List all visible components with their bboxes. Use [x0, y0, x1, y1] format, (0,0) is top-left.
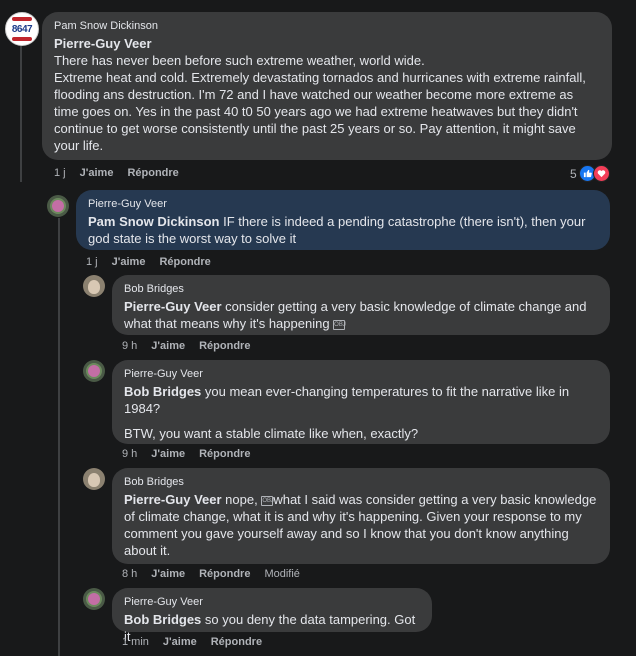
reply-button[interactable]: Répondre [199, 568, 250, 580]
avatar[interactable]: 8647 [5, 12, 39, 46]
comment-author[interactable]: Pierre-Guy Veer [124, 368, 598, 380]
mention-link[interactable]: Pierre-Guy Veer [54, 36, 152, 51]
avatar[interactable] [83, 468, 105, 490]
timestamp[interactable]: 9 h [122, 448, 137, 460]
reply-button[interactable]: Répondre [199, 448, 250, 460]
timestamp[interactable]: 8 h [122, 568, 137, 580]
reaction-count: 5 [570, 166, 577, 181]
reaction-summary[interactable]: 5 [570, 165, 610, 182]
comment-author[interactable]: Bob Bridges [124, 283, 598, 295]
comment-bubble: Bob Bridges Pierre-Guy Veer nope, OBJwha… [112, 468, 610, 564]
reply-button[interactable]: Répondre [211, 636, 262, 648]
comment-text: Pierre-Guy Veer consider getting a very … [124, 299, 587, 331]
timestamp[interactable]: 1 j [54, 167, 66, 179]
avatar[interactable] [83, 360, 105, 382]
comment-text: Pierre-Guy Veer nope, OBJwhat I said was… [124, 492, 597, 558]
like-button[interactable]: J'aime [151, 448, 185, 460]
like-button[interactable]: J'aime [163, 636, 197, 648]
comment-actions: 1 j J'aime Répondre [86, 256, 211, 268]
comment-bubble: Pierre-Guy Veer Pam Snow Dickinson IF th… [76, 190, 610, 250]
comment-author[interactable]: Pierre-Guy Veer [88, 198, 598, 210]
avatar[interactable] [83, 588, 105, 610]
comment-bubble: Pam Snow Dickinson Pierre-Guy Veer There… [42, 12, 612, 160]
edited-label[interactable]: Modifié [264, 568, 299, 580]
comment-bubble: Pierre-Guy Veer Bob Bridges you mean eve… [112, 360, 610, 444]
thread-line [20, 42, 22, 182]
mention-link[interactable]: Pierre-Guy Veer [124, 299, 222, 314]
avatar[interactable] [47, 195, 69, 217]
reply-button[interactable]: Répondre [199, 340, 250, 352]
comment-text: Bob Bridges you mean ever-changing tempe… [124, 384, 570, 441]
reply-button[interactable]: Répondre [159, 256, 210, 268]
comment-author[interactable]: Pam Snow Dickinson [54, 20, 600, 32]
heart-icon [592, 165, 610, 182]
missing-glyph-icon: OBJ [333, 319, 346, 330]
comment-actions: 1 j J'aime Répondre [54, 167, 179, 179]
mention-link[interactable]: Bob Bridges [124, 384, 201, 399]
comment-actions: 1 min J'aime Répondre [122, 636, 262, 648]
thread-line [58, 218, 60, 656]
like-button[interactable]: J'aime [80, 167, 114, 179]
missing-glyph-icon: OBJ [261, 495, 274, 506]
reply-button[interactable]: Répondre [127, 167, 178, 179]
comment-text: Pam Snow Dickinson IF there is indeed a … [88, 214, 586, 246]
like-button[interactable]: J'aime [151, 340, 185, 352]
mention-link[interactable]: Pierre-Guy Veer [124, 492, 222, 507]
like-button[interactable]: J'aime [151, 568, 185, 580]
comment-text: Pierre-Guy Veer There has never been bef… [54, 36, 586, 153]
comment-actions: 8 h J'aime Répondre Modifié [122, 568, 300, 580]
comment-author[interactable]: Pierre-Guy Veer [124, 596, 420, 608]
mention-link[interactable]: Bob Bridges [124, 612, 201, 627]
comment-bubble: Pierre-Guy Veer Bob Bridges so you deny … [112, 588, 432, 644]
avatar[interactable] [83, 275, 105, 297]
timestamp[interactable]: 9 h [122, 340, 137, 352]
timestamp[interactable]: 1 j [86, 256, 98, 268]
comment-author[interactable]: Bob Bridges [124, 476, 598, 488]
mention-link[interactable]: Pam Snow Dickinson [88, 214, 219, 229]
like-button[interactable]: J'aime [112, 256, 146, 268]
comment-actions: 9 h J'aime Répondre [122, 448, 250, 460]
comment-actions: 9 h J'aime Répondre [122, 340, 250, 352]
comment-bubble: Bob Bridges Pierre-Guy Veer consider get… [112, 275, 610, 335]
timestamp[interactable]: 1 min [122, 636, 149, 648]
